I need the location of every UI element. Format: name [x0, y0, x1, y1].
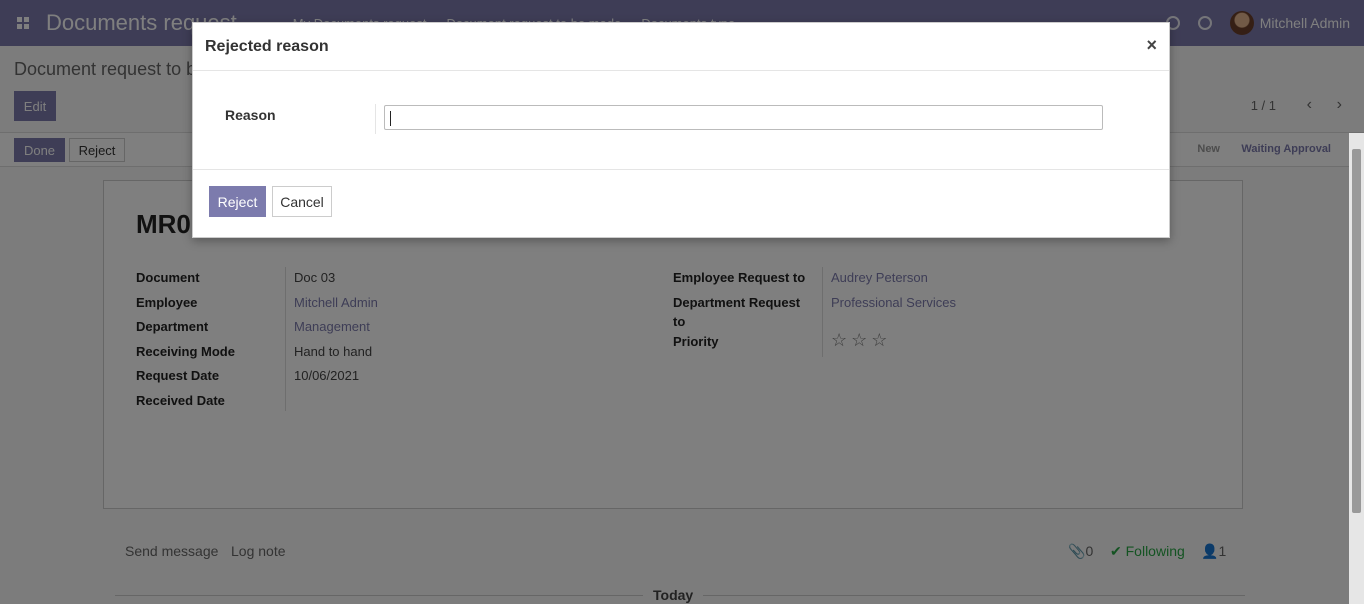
scrollbar-thumb[interactable] [1352, 149, 1361, 513]
reason-label: Reason [225, 107, 276, 123]
modal-header: Rejected reason × [193, 23, 1169, 71]
close-icon[interactable]: × [1146, 35, 1157, 56]
modal-title: Rejected reason [205, 38, 329, 55]
rejected-reason-dialog: Rejected reason × Reason Reject Cancel [192, 22, 1170, 238]
confirm-reject-button[interactable]: Reject [209, 186, 266, 217]
reason-input[interactable] [384, 105, 1103, 130]
scrollbar[interactable] [1349, 133, 1364, 604]
cancel-button[interactable]: Cancel [272, 186, 332, 217]
text-caret [390, 111, 391, 126]
modal-footer: Reject Cancel [193, 169, 1169, 239]
modal-body: Reason [193, 71, 1169, 169]
divider [375, 104, 376, 134]
